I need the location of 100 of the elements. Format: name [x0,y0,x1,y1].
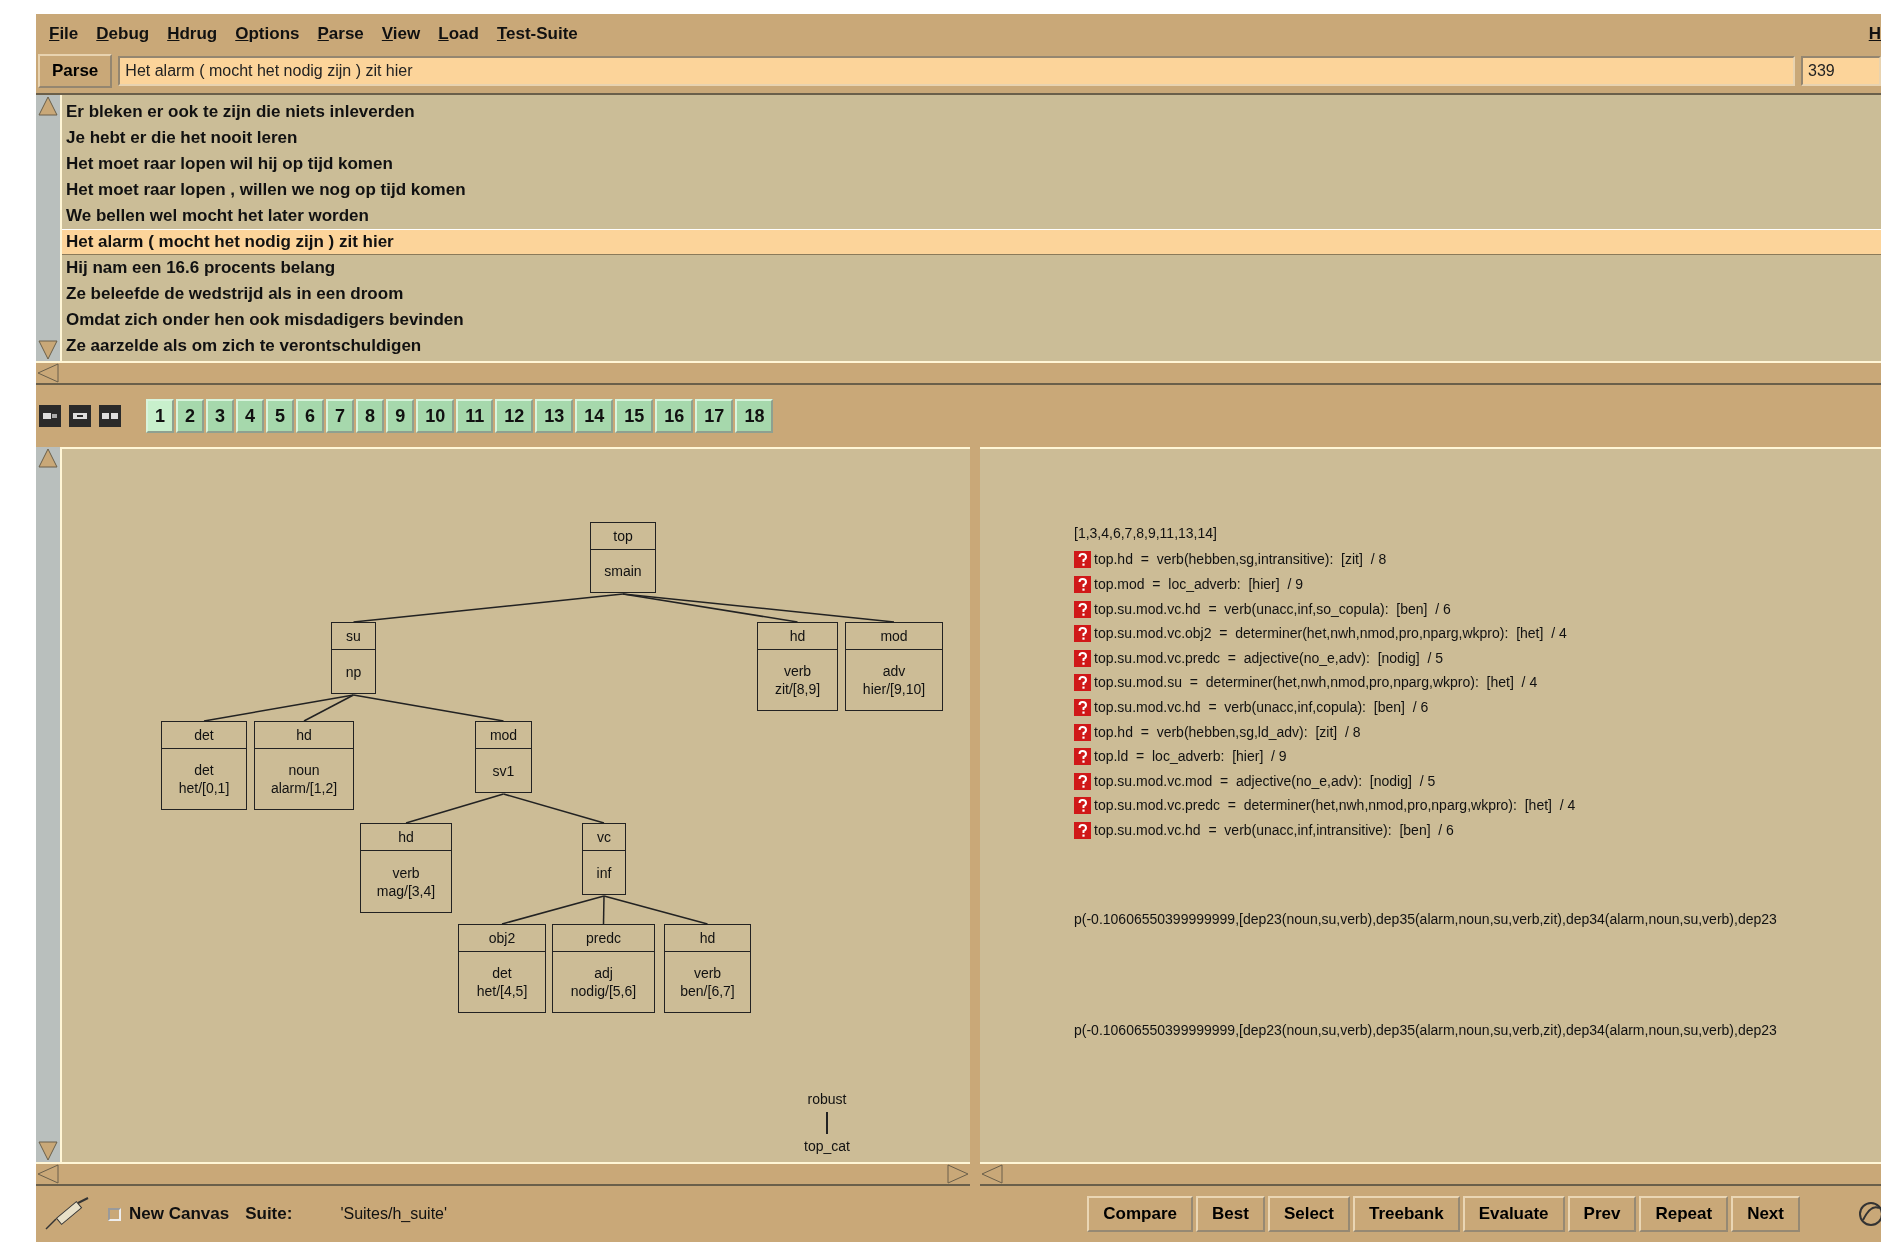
sentence-item[interactable]: Ze aarzelde als om zich te verontschuldigen [62,333,1881,359]
parse-button[interactable]: Parse [38,54,113,88]
question-icon [1074,600,1091,618]
tree-node: mod sv1 [475,721,532,793]
action-button[interactable]: Evaluate [1462,1196,1565,1232]
tree-node: predc adj nodig/[5,6] [552,924,655,1013]
sentence-item[interactable]: Het moet raar lopen , willen we nog op tijd komen [62,177,1881,203]
action-button[interactable]: Prev [1567,1196,1637,1232]
tree-node: vc inf [582,823,626,895]
action-button[interactable]: Best [1196,1196,1265,1232]
result-line: top.hd = verb(hebben,sg,ld_adv): [zit] / 8 [1094,722,1361,742]
scroll-left-icon[interactable] [36,1164,60,1184]
tab[interactable]: 13 [535,399,574,433]
result-line: top.hd = verb(hebben,sg,intransitive): [zit] / 8 [1094,550,1387,570]
menu-item[interactable]: View [372,20,430,47]
tab[interactable]: 9 [386,399,415,433]
menu-item[interactable]: File [40,20,88,47]
tab[interactable]: 1 [146,399,174,433]
sentence-item[interactable]: Hij nam een 16.6 procents belang [62,255,1881,281]
question-icon [1074,674,1091,692]
result-header: [1,3,4,6,7,8,9,11,13,14] [1074,524,1218,543]
question-icon [1074,576,1091,593]
scroll-down-icon[interactable] [38,339,58,361]
layout-icon[interactable] [98,404,122,428]
layout-icon[interactable] [38,404,62,428]
menu-item[interactable]: H [1868,20,1881,47]
menu-item[interactable]: Load [429,20,488,47]
scrollbar[interactable] [36,447,62,1162]
result-line: top.su.mod.vc.predc = adjective(no_e,adv): [nodig] / 5 [1094,648,1444,668]
scroll-left-icon[interactable] [980,1164,1004,1184]
tab[interactable]: 5 [266,399,295,433]
tree-node: top smain [590,522,656,593]
node-label: robust [806,1090,848,1109]
sentence-field[interactable]: Het alarm ( mocht het nodig zijn ) zit hier [118,56,1795,86]
question-icon [1074,797,1091,815]
menu-item[interactable]: Test-Suite [487,20,587,47]
result-line: top.su.mod.vc.predc = determiner(het,nwh,nmod,pro,nparg,wkpro): [het] / 4 [1094,796,1576,816]
action-button[interactable]: Treebank [1353,1196,1460,1232]
menu-item[interactable]: Debug [87,20,159,47]
sentence-item[interactable]: Het moet raar lopen wil hij op tijd komen [62,151,1881,177]
tab[interactable]: 4 [236,399,265,433]
tab[interactable]: 3 [206,399,235,433]
menu-item[interactable]: Hdrug [158,20,227,47]
result-line: top.su.mod.vc.hd = verb(unacc,inf,so_copula): [ben] / 6 [1094,599,1451,619]
sentence-item[interactable]: Er bleken er ook te zijn die niets inleverden [62,99,1881,125]
action-button[interactable]: Repeat [1639,1196,1729,1232]
scroll-left-icon[interactable] [36,363,60,383]
tree-node: det det het/[0,1] [161,721,247,810]
result-line: top.ld = loc_adverb: [hier] / 9 [1094,747,1287,767]
sentence-item[interactable]: Je hebt er die het nooit leren [62,125,1881,151]
count-field[interactable]: 339 [1801,56,1881,86]
sentence-item[interactable]: Omdat zich onder hen ook misdadigers bevinden [62,307,1881,333]
suite-value: 'Suites/h_suite' [340,1204,448,1224]
tree-node: su np [331,622,376,694]
scrollbar[interactable] [36,95,62,361]
tab[interactable]: 11 [456,399,494,433]
tab[interactable]: 18 [735,399,774,433]
result-line: top.mod = loc_adverb: [hier] / 9 [1094,575,1303,594]
sentence-item[interactable]: We bellen wel mocht het later worden [62,203,1881,229]
sentence-item[interactable]: Het alarm ( mocht het nodig zijn ) zit hier [62,229,1881,255]
tree-node: hd verb zit/[8,9] [757,622,838,711]
tree-node: hd noun alarm/[1,2] [254,721,354,810]
result-line: top.su.mod.vc.hd = verb(unacc,inf,intransitive): [ben] / 6 [1094,820,1454,840]
tab[interactable]: 16 [655,399,694,433]
tab[interactable]: 7 [326,399,355,433]
tab[interactable]: 12 [495,399,534,433]
action-button[interactable]: Next [1731,1196,1800,1232]
tree-node: hd verb ben/[6,7] [664,924,751,1013]
score-line: p(-0.10606550399999999,[dep23(noun,su,verb),dep35(alarm,noun,su,verb,zit),dep34(alarm,noun,su,verb),dep23 [1074,909,1778,929]
menu-item[interactable]: Options [226,20,309,47]
tab[interactable]: 15 [615,399,654,433]
question-icon [1074,748,1091,766]
question-icon [1074,551,1091,569]
node-label: top_cat [803,1137,851,1156]
menu-item[interactable]: Parse [308,20,373,47]
action-button[interactable]: Select [1267,1196,1350,1232]
tab[interactable]: 17 [695,399,734,433]
checkbox-label: New Canvas [129,1203,230,1226]
tab[interactable]: 6 [296,399,325,433]
tab[interactable]: 10 [416,399,455,433]
scroll-up-icon[interactable] [38,95,58,117]
layout-icon[interactable] [68,404,92,428]
scroll-up-icon[interactable] [38,447,58,469]
checkbox[interactable] [108,1207,121,1221]
swirl-icon [1857,1200,1881,1228]
tab[interactable]: 2 [176,399,205,433]
suite-label: Suite: [245,1203,293,1226]
scroll-down-icon[interactable] [38,1140,58,1162]
score-line: p(-0.10606550399999999,[dep23(noun,su,verb),dep35(alarm,noun,su,verb,zit),dep34(alarm,noun,su,verb),dep23 [1074,1020,1778,1040]
question-icon [1074,698,1091,716]
tree-node: mod adv hier/[9,10] [845,622,943,711]
question-icon [1074,821,1091,839]
result-line: top.su.mod.vc.mod = adjective(no_e,adv): [nodig] / 5 [1094,771,1436,791]
question-icon [1074,772,1091,790]
result-line: top.su.mod.vc.obj2 = determiner(het,nwh,nmod,pro,nparg,wkpro): [het] / 4 [1094,624,1567,644]
tab[interactable]: 8 [356,399,385,433]
sentence-item[interactable]: Ze beleefde de wedstrijd als in een droom [62,281,1881,307]
tab[interactable]: 14 [575,399,614,433]
scroll-right-icon[interactable] [946,1164,970,1184]
action-button[interactable]: Compare [1087,1196,1194,1232]
